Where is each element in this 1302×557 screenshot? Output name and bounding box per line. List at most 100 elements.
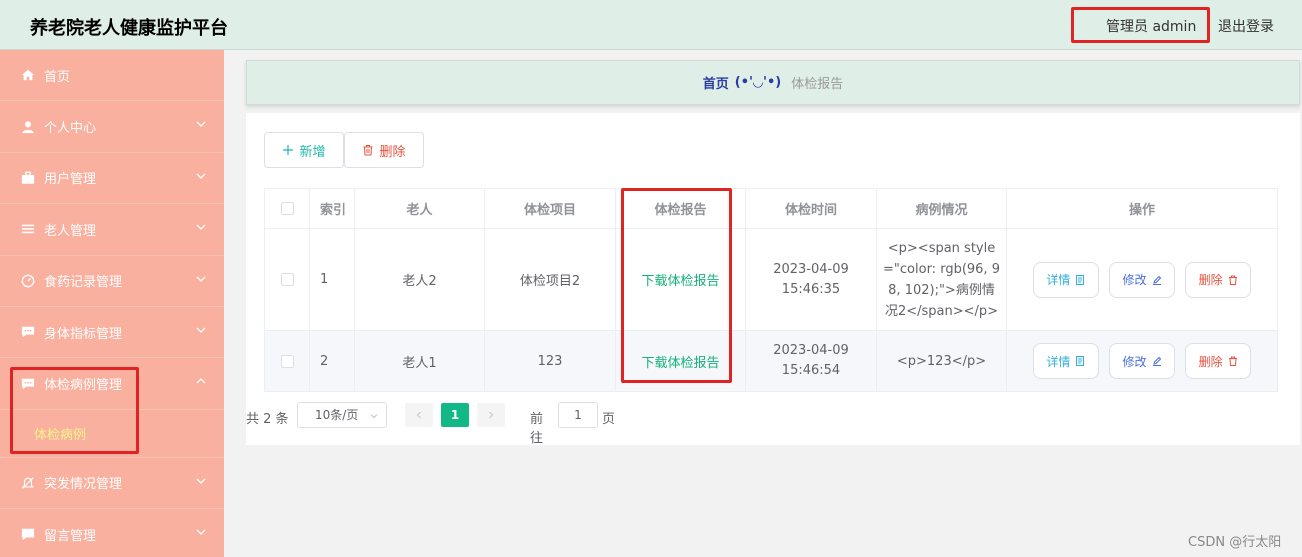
- add-button-label: 新增: [299, 144, 326, 160]
- prev-page-button[interactable]: [405, 403, 433, 427]
- trash-icon: [1228, 275, 1237, 285]
- column-header: 操作: [1006, 188, 1278, 229]
- cell-time: 2023-04-09 15:46:54: [745, 330, 877, 392]
- page-unit-label: 页: [602, 412, 616, 427]
- remove-button[interactable]: 删除: [1185, 343, 1252, 379]
- records-table: 索引 老人 体检项目 体检报告 体检时间 病例情况 操作 1 老人2 体检项目2…: [264, 188, 1278, 392]
- header-select-all[interactable]: [264, 188, 310, 229]
- logout-button[interactable]: 退出登录: [1218, 16, 1274, 36]
- page-size-select[interactable]: 10条/页: [297, 402, 387, 428]
- detail-button[interactable]: 详情: [1032, 261, 1099, 298]
- home-icon: [20, 67, 36, 83]
- table-row: 1 老人2 体检项目2 下载体检报告 2023-04-09 15:46:35 <…: [264, 228, 1278, 331]
- cell-item: 123: [484, 330, 616, 392]
- cell-actions: 详情 修改 删除: [1006, 228, 1278, 331]
- row-select[interactable]: [264, 228, 310, 331]
- checkbox[interactable]: [280, 354, 294, 368]
- chat-icon: [20, 324, 36, 340]
- chevron-left-icon: [416, 411, 421, 419]
- sidebar-item-user-management[interactable]: 用户管理: [0, 153, 224, 205]
- breadcrumb: 首页 (•'◡'•) 体检报告: [246, 60, 1300, 105]
- goto-label: 前往: [530, 412, 544, 446]
- content-card: 新增 删除 索引 老人 体检项目 体检报告 体检时间 病例情况 操作 1 老人2…: [246, 113, 1300, 445]
- cell-elder: 老人2: [354, 228, 485, 331]
- chevron-down-icon: [196, 173, 206, 179]
- sidebar-item-label: 个人中心: [44, 121, 97, 137]
- cell-index: 1: [309, 228, 355, 331]
- breadcrumb-current: 体检报告: [791, 77, 844, 92]
- sidebar-item-label: 用户管理: [44, 172, 97, 188]
- admin-label: 管理员 admin: [1106, 19, 1197, 35]
- next-page-button[interactable]: [477, 403, 505, 427]
- sidebar-item-elder-management[interactable]: 老人管理: [0, 204, 224, 256]
- user-icon: [20, 119, 36, 135]
- plus-icon: [283, 145, 294, 155]
- sidebar-item-messages[interactable]: 留言管理: [0, 509, 224, 557]
- submenu-item-medical-cases[interactable]: 体检病例: [0, 410, 224, 458]
- main-content: 首页 (•'◡'•) 体检报告 新增 删除 索引 老人 体检项目 体检报告 体检…: [224, 50, 1302, 557]
- column-header: 体检报告: [615, 188, 746, 229]
- chevron-down-icon: [196, 529, 206, 536]
- sidebar-item-medical-records[interactable]: 体检病例管理: [0, 358, 224, 410]
- top-header: 养老院老人健康监护平台 管理员 admin 退出登录: [0, 0, 1302, 50]
- chevron-down-icon: [370, 414, 378, 419]
- download-report-link[interactable]: 下载体检报告: [641, 356, 719, 371]
- chevron-up-icon: [196, 378, 206, 384]
- delete-button-label: 删除: [379, 144, 406, 160]
- add-button[interactable]: 新增: [264, 132, 344, 168]
- cell-elder: 老人1: [354, 330, 485, 392]
- column-header: 体检项目: [484, 188, 616, 229]
- edit-button[interactable]: 修改: [1109, 343, 1175, 379]
- table-row: 2 老人1 123 下载体检报告 2023-04-09 15:46:54 <p>…: [264, 330, 1278, 392]
- goto-page-input[interactable]: [558, 402, 598, 428]
- download-report-link[interactable]: 下载体检报告: [641, 274, 719, 289]
- app-title: 养老院老人健康监护平台: [30, 18, 228, 39]
- sidebar-item-label: 身体指标管理: [44, 326, 123, 342]
- breadcrumb-home[interactable]: 首页: [703, 73, 729, 92]
- trash-icon: [1228, 356, 1237, 366]
- detail-label: 详情: [1046, 273, 1071, 287]
- page-number-current[interactable]: 1: [441, 403, 469, 427]
- sidebar-item-food-medicine[interactable]: 食药记录管理: [0, 256, 224, 307]
- chevron-down-icon: [196, 478, 206, 484]
- sidebar-item-label: 食药记录管理: [44, 275, 123, 291]
- sidebar-item-label: 突发情况管理: [44, 477, 123, 493]
- column-header: 病例情况: [876, 188, 1007, 229]
- document-icon: [1076, 274, 1085, 285]
- cell-index: 2: [309, 330, 355, 392]
- remove-button[interactable]: 删除: [1185, 261, 1252, 298]
- edit-icon: [1152, 275, 1161, 285]
- breadcrumb-separator: (•'◡'•): [734, 75, 782, 90]
- cell-case: <p>123</p>: [876, 330, 1007, 392]
- sidebar-item-label: 留言管理: [44, 528, 97, 544]
- column-header: 索引: [309, 188, 355, 229]
- remove-label: 删除: [1198, 273, 1223, 287]
- cell-actions: 详情 修改 删除: [1006, 330, 1278, 392]
- column-header: 老人: [354, 188, 485, 229]
- remove-label: 删除: [1198, 354, 1223, 369]
- checkbox[interactable]: [280, 202, 294, 215]
- cell-report: 下载体检报告: [615, 228, 746, 331]
- trash-icon: [363, 145, 373, 156]
- edit-icon: [1152, 356, 1161, 366]
- edit-button[interactable]: 修改: [1109, 261, 1175, 298]
- sidebar-item-body-indicators[interactable]: 身体指标管理: [0, 307, 224, 359]
- bell-off-icon: [20, 475, 36, 491]
- cell-time: 2023-04-09 15:46:35: [745, 228, 877, 331]
- watermark: CSDN @行太阳: [1188, 535, 1282, 550]
- chevron-down-icon: [196, 276, 206, 282]
- delete-button[interactable]: 删除: [344, 132, 424, 168]
- page-size-value: 10条/页: [315, 408, 359, 422]
- row-select[interactable]: [264, 330, 310, 392]
- sidebar-item-personal-center[interactable]: 个人中心: [0, 101, 224, 153]
- sidebar-item-emergency[interactable]: 突发情况管理: [0, 458, 224, 510]
- sidebar-item-label: 老人管理: [44, 223, 97, 239]
- briefcase-icon: [20, 170, 36, 186]
- document-icon: [1076, 356, 1085, 366]
- dashboard-icon: [20, 273, 36, 289]
- sidebar-item-home[interactable]: 首页: [0, 50, 224, 102]
- cell-report: 下载体检报告: [615, 330, 746, 392]
- checkbox[interactable]: [280, 273, 294, 286]
- list-icon: [20, 221, 36, 237]
- detail-button[interactable]: 详情: [1032, 343, 1099, 379]
